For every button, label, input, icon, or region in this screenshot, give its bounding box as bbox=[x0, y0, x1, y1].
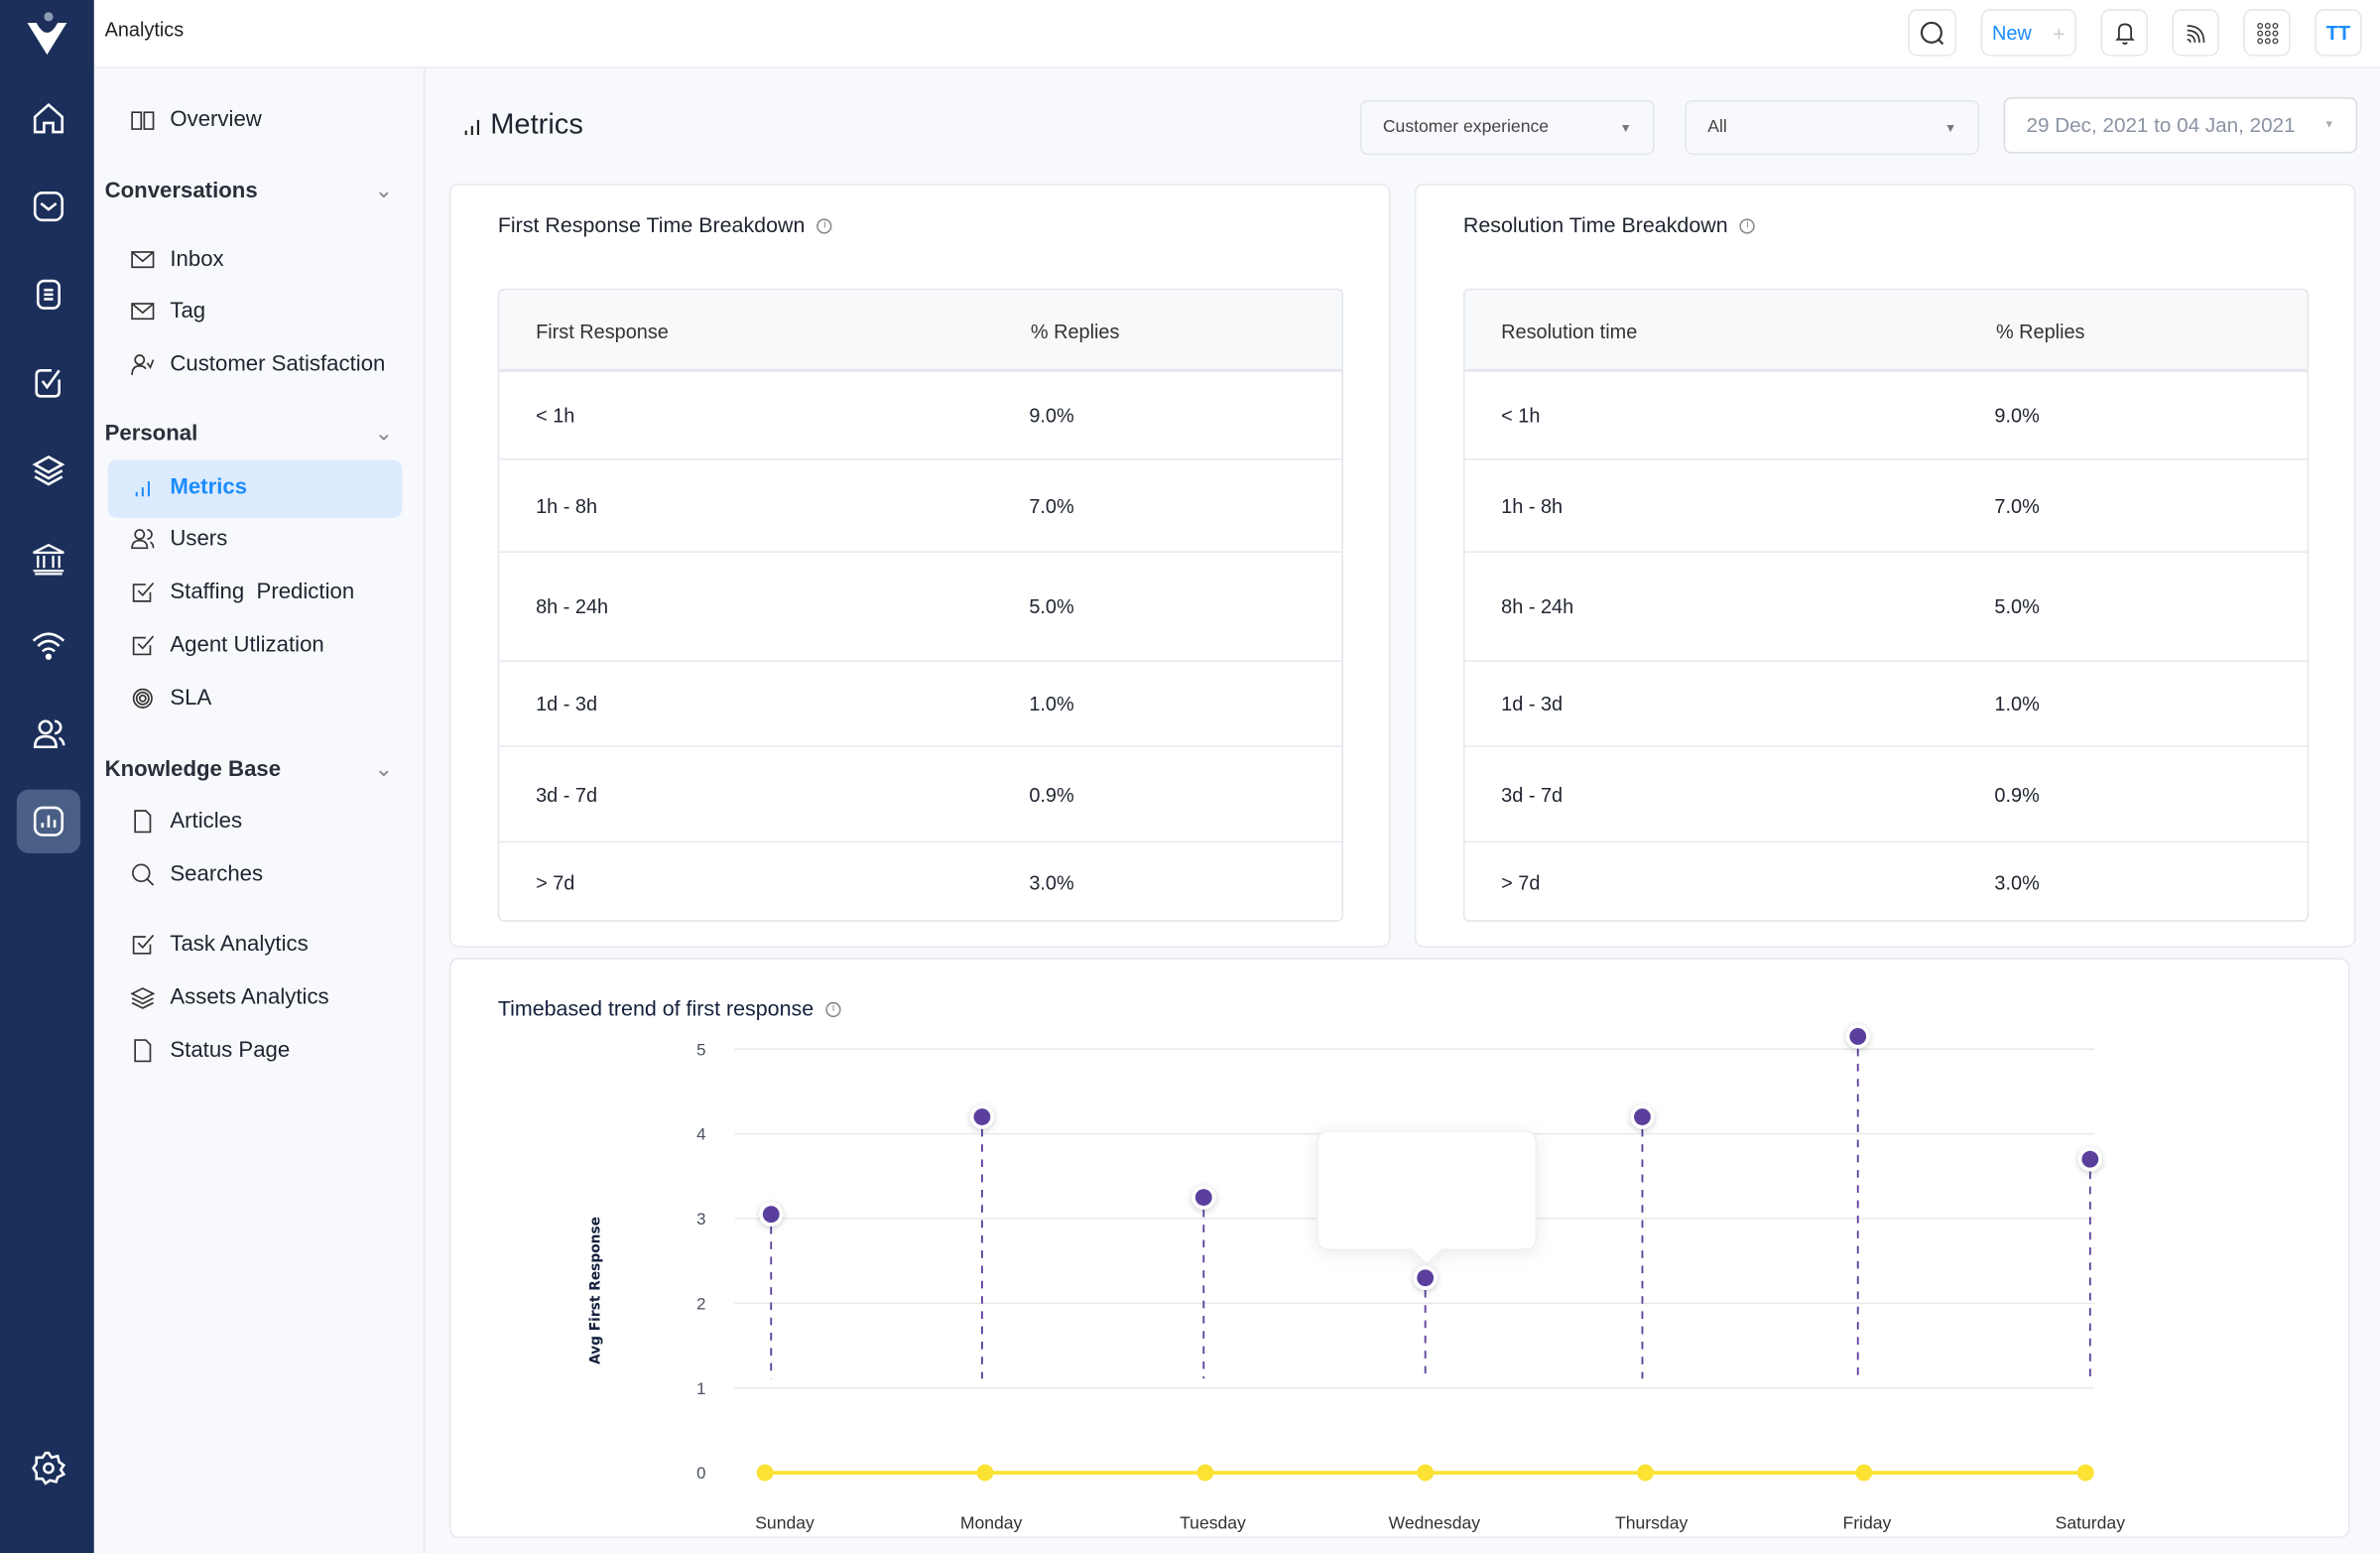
series-point bbox=[1855, 1464, 1873, 1482]
x-tick-label: Friday bbox=[1842, 1513, 1891, 1533]
y-tick-label: 4 bbox=[696, 1125, 705, 1144]
data-point bbox=[2081, 1150, 2099, 1168]
y-tick-label: 2 bbox=[696, 1294, 705, 1313]
data-point bbox=[1194, 1189, 1212, 1207]
x-tick-label: Thursday bbox=[1615, 1513, 1688, 1533]
data-point bbox=[973, 1108, 991, 1125]
data-point bbox=[1634, 1108, 1651, 1125]
y-tick-label: 1 bbox=[696, 1379, 705, 1398]
data-point bbox=[1849, 1028, 1867, 1045]
series-point bbox=[756, 1464, 774, 1482]
series-point bbox=[2076, 1464, 2094, 1482]
y-tick-label: 0 bbox=[696, 1464, 705, 1483]
series-point bbox=[976, 1464, 994, 1482]
data-point bbox=[1417, 1269, 1435, 1287]
trend-chart: 0 1 2 3 4 5 Avg First Response Sunday Monday Tues… bbox=[587, 1024, 2126, 1533]
data-point bbox=[762, 1206, 780, 1224]
series-point bbox=[1637, 1464, 1654, 1482]
x-tick-label: Wednesday bbox=[1389, 1513, 1481, 1533]
x-tick-label: Sunday bbox=[755, 1513, 814, 1533]
x-tick-label: Tuesday bbox=[1180, 1513, 1246, 1533]
tooltip bbox=[1316, 1130, 1538, 1266]
series-point bbox=[1417, 1464, 1435, 1482]
y-axis-label: Avg First Response bbox=[587, 1217, 603, 1364]
x-tick-label: Saturday bbox=[2056, 1513, 2126, 1533]
series-point bbox=[1196, 1464, 1214, 1482]
y-tick-label: 5 bbox=[696, 1040, 705, 1059]
y-tick-label: 3 bbox=[696, 1210, 705, 1229]
x-tick-label: Monday bbox=[960, 1513, 1023, 1533]
